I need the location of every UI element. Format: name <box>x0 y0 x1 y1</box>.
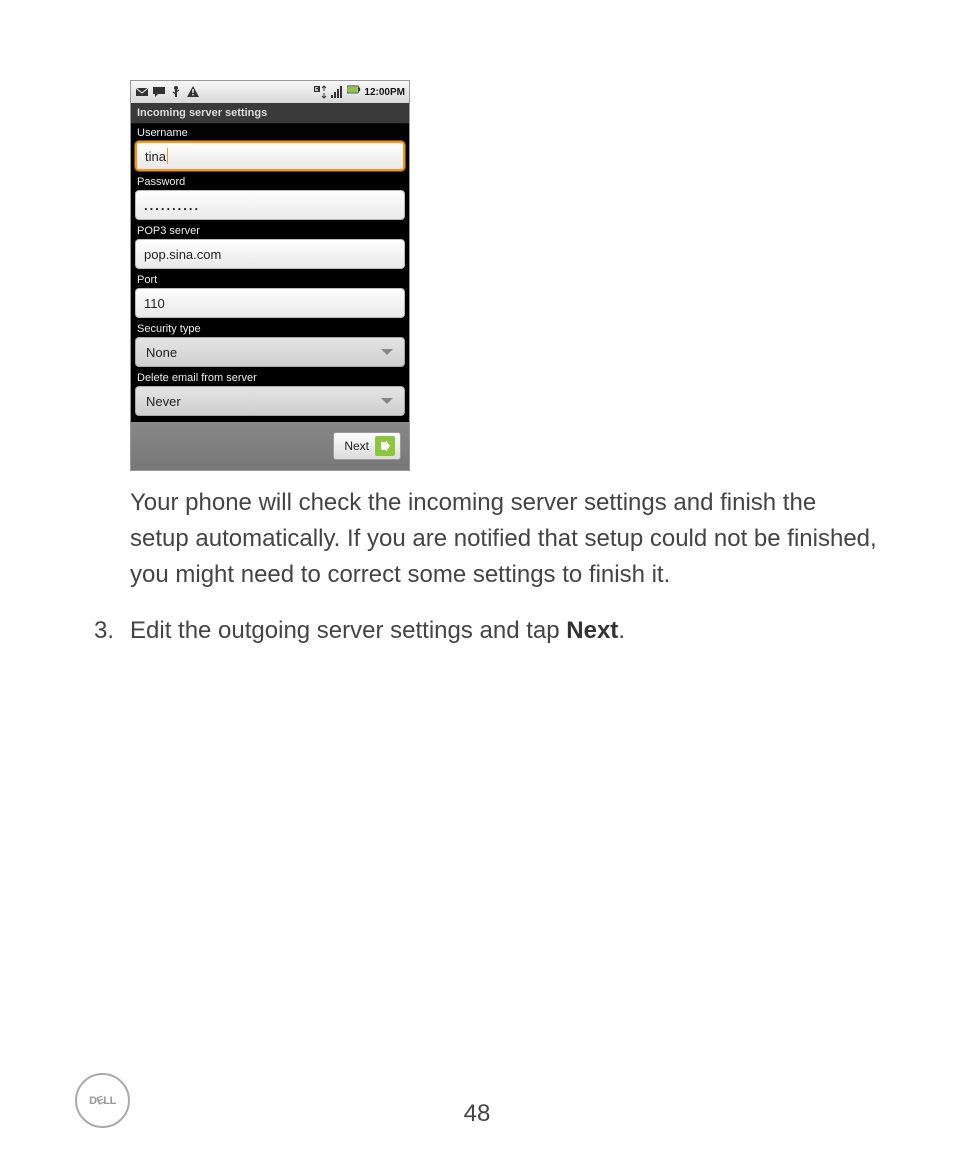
password-input[interactable]: .......... <box>135 190 405 220</box>
username-value: tina <box>145 149 166 164</box>
security-label: Security type <box>135 320 405 337</box>
step-text: Edit the outgoing server settings and ta… <box>130 613 879 649</box>
delete-select[interactable]: Never <box>135 386 405 416</box>
data-icon: E <box>313 85 327 99</box>
pop3-label: POP3 server <box>135 222 405 239</box>
manual-page: E 12:00PM Incoming server settings Usern… <box>0 0 954 699</box>
dell-logo: DELL <box>75 1073 130 1128</box>
warning-icon <box>186 85 200 99</box>
screen-title: Incoming server settings <box>131 103 409 124</box>
chevron-down-icon <box>380 396 394 406</box>
usb-icon <box>169 85 183 99</box>
bottom-bar: Next <box>131 422 409 470</box>
port-input[interactable]: 110 <box>135 288 405 318</box>
step-prefix: Edit the outgoing server settings and ta… <box>130 617 566 644</box>
password-value: .......... <box>144 198 200 213</box>
chevron-down-icon <box>380 347 394 357</box>
step-bold: Next <box>566 617 618 644</box>
next-label: Next <box>344 439 369 453</box>
step-3: 3. Edit the outgoing server settings and… <box>75 613 879 649</box>
signal-icon <box>330 85 344 99</box>
delete-label: Delete email from server <box>135 369 405 386</box>
paragraph: Your phone will check the incoming serve… <box>130 485 879 593</box>
delete-value: Never <box>146 394 181 409</box>
password-label: Password <box>135 173 405 190</box>
phone-screenshot: E 12:00PM Incoming server settings Usern… <box>130 80 410 471</box>
battery-icon <box>347 85 361 99</box>
page-footer: DELL 48 <box>0 1100 954 1128</box>
username-label: Username <box>135 124 405 141</box>
status-bar: E 12:00PM <box>131 81 409 103</box>
pop3-input[interactable]: pop.sina.com <box>135 239 405 269</box>
page-number: 48 <box>464 1100 491 1128</box>
notification-icon <box>135 85 149 99</box>
status-time: 12:00PM <box>364 87 405 98</box>
step-number: 3. <box>75 613 130 649</box>
username-input[interactable]: tina <box>135 141 405 171</box>
next-button[interactable]: Next <box>333 432 401 460</box>
port-label: Port <box>135 271 405 288</box>
port-value: 110 <box>144 296 165 311</box>
security-select[interactable]: None <box>135 337 405 367</box>
arrow-right-icon <box>375 436 395 456</box>
pop3-value: pop.sina.com <box>144 247 221 262</box>
chat-icon <box>152 85 166 99</box>
step-suffix: . <box>618 617 625 644</box>
security-value: None <box>146 345 177 360</box>
